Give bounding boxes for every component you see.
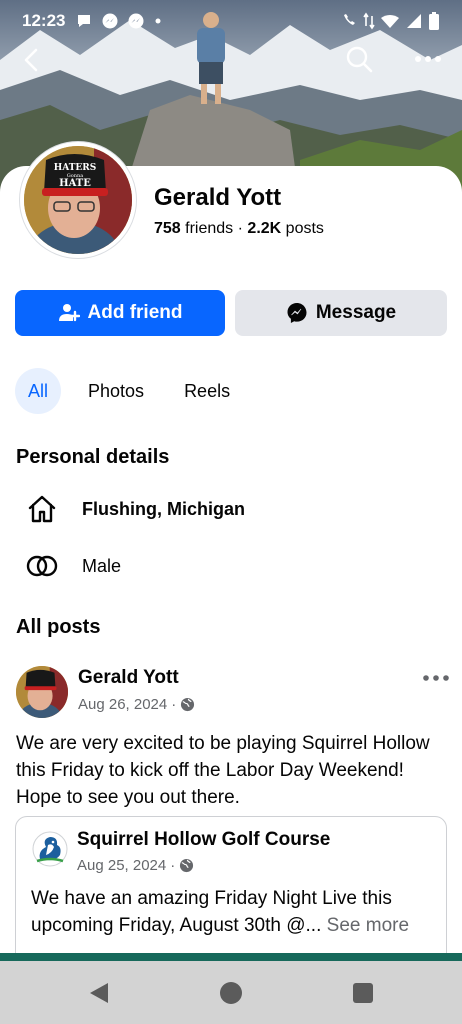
cap-text-line3: HATE xyxy=(59,178,91,189)
status-time: 12:23 xyxy=(22,11,66,30)
post-meta-dot: · xyxy=(171,696,177,713)
post-meta: Aug 26, 2024 · xyxy=(78,696,195,713)
post-author-avatar[interactable] xyxy=(16,666,68,718)
post-author-name[interactable]: Gerald Yott xyxy=(78,667,179,689)
post-date[interactable]: Aug 26, 2024 xyxy=(78,696,167,713)
messenger-icon xyxy=(102,13,118,29)
gender-row: Male xyxy=(22,546,121,586)
messenger-icon xyxy=(287,303,307,323)
stats-separator: · xyxy=(237,220,243,237)
message-label: Message xyxy=(315,302,397,323)
message-button[interactable]: Message xyxy=(235,290,447,336)
wifi-icon xyxy=(381,15,399,28)
friends-label[interactable]: friends xyxy=(185,220,233,237)
all-posts-title: All posts xyxy=(16,616,101,638)
wifi-call-icon xyxy=(344,14,355,25)
nav-back-icon[interactable] xyxy=(88,981,110,1005)
home-icon xyxy=(28,495,56,523)
tab-photos[interactable]: Photos xyxy=(75,368,157,414)
post-text: We are very excited to be playing Squirr… xyxy=(16,733,430,808)
tab-all[interactable]: All xyxy=(15,368,62,414)
bottom-accent-bar xyxy=(0,953,462,961)
add-friend-label: Add friend xyxy=(87,302,183,323)
profile-photo: HATERS Gonna HATE xyxy=(24,146,132,254)
location-row[interactable]: Flushing, Michigan xyxy=(22,489,245,529)
cell-signal-icon xyxy=(407,14,421,28)
messenger-icon xyxy=(128,13,144,29)
status-bar: 12:23 xyxy=(0,0,462,42)
friends-count[interactable]: 758 xyxy=(154,220,181,237)
search-icon[interactable] xyxy=(344,44,374,74)
gender-text: Male xyxy=(82,555,122,576)
profile-tabs: All Photos Reels xyxy=(15,368,257,414)
chat-bubble-icon xyxy=(78,15,91,27)
add-friend-button[interactable]: Add friend xyxy=(15,290,225,336)
personal-details-title: Personal details xyxy=(16,446,170,468)
location-text: Flushing, Michigan xyxy=(82,498,245,519)
shared-page-name[interactable]: Squirrel Hollow Golf Course xyxy=(77,829,330,851)
tab-reels[interactable]: Reels xyxy=(171,368,243,414)
post-author-photo xyxy=(16,666,68,718)
nav-recents-icon[interactable] xyxy=(353,983,373,1003)
posts-count: 2.2K xyxy=(247,220,282,237)
shared-meta-dot: · xyxy=(170,857,176,874)
cap-text-line1: HATERS xyxy=(54,163,97,173)
battery-icon xyxy=(429,12,439,30)
shared-post-card[interactable]: Squirrel Hollow Golf Course Aug 25, 2024… xyxy=(15,816,447,976)
globe-icon xyxy=(180,858,194,873)
globe-icon xyxy=(181,697,195,712)
data-arrows-icon xyxy=(363,12,375,30)
notification-dot-icon xyxy=(155,18,161,24)
profile-stats: 758 friends · 2.2K posts xyxy=(154,220,324,238)
person-add-icon xyxy=(58,304,80,322)
profile-name: Gerald Yott xyxy=(154,184,282,211)
gender-rings-icon xyxy=(26,555,58,577)
profile-avatar[interactable]: HATERS Gonna HATE xyxy=(20,142,136,258)
see-more-link[interactable]: See more xyxy=(327,915,409,936)
system-navigation-bar xyxy=(0,961,462,1024)
arrow-left-icon[interactable] xyxy=(16,44,48,76)
top-navigation xyxy=(0,40,462,80)
shared-post-text: We have an amazing Friday Night Live thi… xyxy=(31,885,441,939)
post-more-icon[interactable] xyxy=(420,670,452,686)
nav-home-icon[interactable] xyxy=(220,982,242,1004)
shared-post-date[interactable]: Aug 25, 2024 xyxy=(77,857,166,874)
squirrel-hollow-logo[interactable] xyxy=(32,831,68,867)
more-horizontal-icon[interactable] xyxy=(410,44,446,74)
posts-label: posts xyxy=(285,220,324,237)
shared-post-meta: Aug 25, 2024 · xyxy=(77,857,194,874)
